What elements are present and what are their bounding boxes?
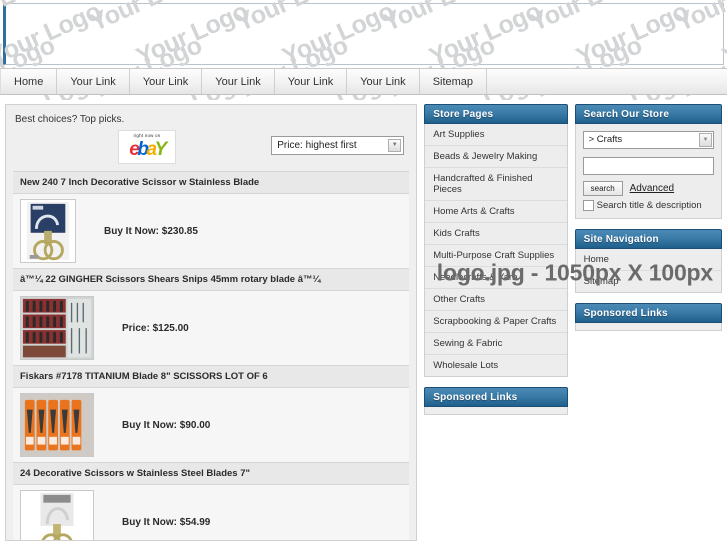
item-list: New 240 7 Inch Decorative Scissor w Stai… (13, 171, 410, 540)
chevron-down-icon[interactable]: ▼ (699, 133, 712, 147)
store-page-link-scrapbooking-paper-crafts[interactable]: Scrapbooking & Paper Crafts (425, 311, 567, 333)
right-sidebar: Search Our Store > Crafts ▼ search Advan… (574, 104, 722, 545)
sponsored-links-mid-title: Sponsored Links (424, 387, 568, 407)
sponsored-links-right-title: Sponsored Links (574, 302, 722, 323)
listing-item-body: Buy It Now: $90.00 (13, 388, 410, 462)
advanced-search-link[interactable]: Advanced (630, 183, 674, 194)
logo-header-band (0, 0, 727, 68)
main-column: Best choices? Top picks. right now on eb… (5, 104, 418, 545)
listing-item[interactable]: Fiskars #7178 TITANIUM Blade 8" SCISSORS… (13, 365, 410, 462)
store-pages-title: Store Pages (424, 104, 568, 124)
listing-toolbar: right now on ebaY Price: highest first ▼ (13, 129, 409, 171)
search-input[interactable] (582, 156, 714, 175)
nav-item-your-link-5[interactable]: Your Link (347, 69, 420, 94)
listing-item-title[interactable]: New 240 7 Inch Decorative Scissor w Stai… (13, 171, 410, 194)
logo-dimensions-text: logo.jpg - 1050px X 100px (436, 259, 713, 285)
sort-dropdown-value: Price: highest first (277, 140, 357, 151)
nav-item-your-link-4[interactable]: Your Link (275, 69, 348, 94)
listing-item[interactable]: 24 Decorative Scissors w Stainless Steel… (13, 462, 410, 540)
listing-item-body: Buy It Now: $230.85 (13, 194, 410, 268)
sponsored-links-mid-body (424, 407, 568, 415)
listing-item-title[interactable]: 24 Decorative Scissors w Stainless Steel… (13, 462, 410, 485)
search-box: Search Our Store > Crafts ▼ search Advan… (574, 104, 722, 219)
ebay-wordmark: ebaY (119, 139, 175, 160)
page-root: Your LogoYour LogoYour LogoYour LogoYour… (0, 0, 727, 545)
search-category-dropdown[interactable]: > Crafts ▼ (582, 131, 714, 149)
search-title-desc-row: Search title & description (582, 199, 714, 211)
content-area: Best choices? Top picks. right now on eb… (0, 96, 727, 545)
sponsored-links-mid-box: Sponsored Links (424, 387, 568, 415)
nav-item-your-link-3[interactable]: Your Link (202, 69, 275, 94)
nav-item-sitemap-6[interactable]: Sitemap (420, 69, 488, 94)
store-page-link-wholesale-lots[interactable]: Wholesale Lots (425, 355, 567, 376)
site-navigation-title: Site Navigation (574, 228, 722, 249)
store-page-link-sewing-fabric[interactable]: Sewing & Fabric (425, 333, 567, 355)
store-page-link-kids-crafts[interactable]: Kids Crafts (425, 223, 567, 245)
store-page-link-handcrafted-finished-pieces[interactable]: Handcrafted & Finished Pieces (425, 168, 567, 201)
nav-item-your-link-1[interactable]: Your Link (57, 69, 130, 94)
listing-item[interactable]: New 240 7 Inch Decorative Scissor w Stai… (13, 171, 410, 268)
sponsored-links-right-box: Sponsored Links (574, 302, 722, 331)
listing-item-thumbnail[interactable] (20, 296, 94, 360)
search-form: > Crafts ▼ search Advanced Search title … (574, 124, 722, 219)
listing-item-price: Price: $125.00 (122, 322, 189, 334)
store-pages-links: Art Supplies Beads & Jewelry Making Handcr… (424, 124, 568, 377)
store-page-link-other-crafts[interactable]: Other Crafts (425, 289, 567, 311)
listing-item-price: Buy It Now: $90.00 (122, 419, 211, 431)
search-actions: search Advanced (582, 180, 714, 196)
listing-item-price: Buy It Now: $230.85 (104, 225, 198, 237)
sort-dropdown[interactable]: Price: highest first ▼ (271, 136, 405, 155)
listing-item-title[interactable]: â™¼ 22 GINGHER Scissors Shears Snips 45m… (13, 268, 410, 291)
ebay-logo: right now on ebaY (118, 130, 176, 164)
listing-panel: Best choices? Top picks. right now on eb… (5, 104, 418, 541)
logo-placeholder-box (3, 3, 724, 65)
listing-item-thumbnail[interactable] (20, 199, 76, 263)
search-category-value: > Crafts (588, 134, 623, 145)
top-picks-text: Best choices? Top picks. (15, 114, 125, 125)
store-page-link-home-arts-crafts[interactable]: Home Arts & Crafts (425, 201, 567, 223)
listing-item-thumbnail[interactable] (20, 490, 94, 540)
nav-item-home-0[interactable]: Home (0, 69, 58, 94)
store-page-link-beads-jewelry-making[interactable]: Beads & Jewelry Making (425, 146, 567, 168)
middle-sidebar: Store Pages Art Supplies Beads & Jewelry … (424, 104, 568, 545)
store-page-link-art-supplies[interactable]: Art Supplies (425, 124, 567, 146)
ebay-letter-y: Y (154, 139, 168, 160)
listing-item-body: Buy It Now: $54.99 (13, 485, 410, 540)
store-pages-box: Store Pages Art Supplies Beads & Jewelry … (424, 104, 568, 377)
listing-item-price: Buy It Now: $54.99 (122, 516, 211, 528)
ebay-letter-a: a (146, 139, 157, 160)
listing-item[interactable]: â™¼ 22 GINGHER Scissors Shears Snips 45m… (13, 268, 410, 365)
sponsored-links-right-body (574, 322, 722, 331)
search-button[interactable]: search (582, 180, 623, 196)
nav-item-your-link-2[interactable]: Your Link (130, 69, 203, 94)
search-title-desc-checkbox[interactable] (582, 199, 594, 211)
chevron-down-icon[interactable]: ▼ (388, 139, 402, 152)
listing-item-title[interactable]: Fiskars #7178 TITANIUM Blade 8" SCISSORS… (13, 365, 410, 388)
main-navigation: Home Your Link Your Link Your Link Your Link… (0, 68, 727, 95)
listing-item-thumbnail[interactable] (20, 393, 94, 457)
search-box-title: Search Our Store (574, 104, 722, 124)
search-title-desc-label: Search title & description (596, 199, 702, 211)
listing-item-body: Price: $125.00 (13, 291, 410, 365)
